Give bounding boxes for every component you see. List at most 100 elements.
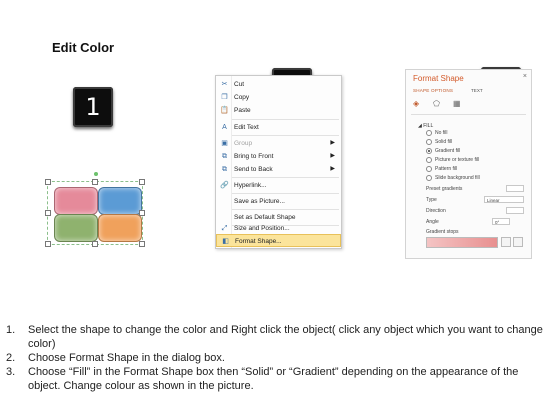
shape-tile-bottom-right[interactable] — [98, 214, 142, 242]
pane-title: Format Shape — [413, 74, 464, 83]
tab-shape-options[interactable]: SHAPE OPTIONS — [413, 88, 453, 93]
shape-group[interactable] — [45, 172, 145, 247]
instruction-item: 1. Select the shape to change the color a… — [6, 323, 551, 351]
submenu-arrow-icon: ▶ — [330, 140, 335, 146]
radio-circle-icon — [426, 129, 432, 136]
shape-tile-bottom-left[interactable] — [54, 214, 98, 242]
resize-handle[interactable] — [139, 210, 145, 216]
menu-item-label: Format Shape... — [235, 238, 282, 245]
menu-item-send-to-back[interactable]: ⧉ Send to Back ▶ — [216, 163, 341, 176]
menu-item-label: Save as Picture... — [234, 198, 285, 205]
radio-picture-fill[interactable]: Picture or texture fill — [426, 156, 479, 164]
instruction-text: Select the shape to change the color and… — [28, 324, 543, 350]
menu-separator — [232, 193, 339, 194]
step-badge-1: 1 — [73, 87, 113, 127]
type-label: Type — [426, 197, 437, 203]
radio-slide-background-fill[interactable]: Slide background fill — [426, 174, 480, 182]
copy-icon: ❐ — [221, 94, 228, 101]
preset-gradients-dropdown[interactable] — [506, 185, 524, 192]
size-properties-icon[interactable]: ▦ — [453, 99, 461, 109]
menu-item-group[interactable]: ▣ Group ▶ — [216, 137, 341, 150]
menu-item-label: Copy — [234, 94, 250, 101]
instruction-text: Choose “Fill” in the Format Shape box th… — [28, 366, 519, 392]
resize-handle[interactable] — [92, 241, 98, 247]
menu-item-label: Edit Text — [234, 124, 259, 131]
instruction-item: 3. Choose “Fill” in the Format Shape box … — [6, 365, 551, 393]
preset-gradients-label: Preset gradients — [426, 186, 463, 192]
pane-divider — [411, 114, 526, 115]
direction-dropdown[interactable] — [506, 207, 524, 214]
submenu-arrow-icon: ▶ — [330, 166, 335, 172]
menu-item-edit-text[interactable]: A Edit Text — [216, 121, 341, 134]
menu-item-cut[interactable]: ✂ Cut — [216, 78, 341, 91]
scissors-icon: ✂ — [221, 81, 228, 88]
instruction-number: 3. — [6, 366, 16, 378]
close-icon[interactable]: × — [523, 73, 527, 80]
context-menu: ✂ Cut ❐ Copy 📋 Paste A Edit Text ▣ Group… — [215, 75, 342, 249]
menu-item-label: Group — [234, 140, 253, 147]
resize-handle[interactable] — [45, 210, 51, 216]
menu-separator — [232, 119, 339, 120]
instructions-list: 1. Select the shape to change the color a… — [6, 323, 551, 393]
remove-stop-button[interactable] — [513, 237, 523, 247]
format-shape-pane: Format Shape × SHAPE OPTIONS TEXT ◈ ⬠ ▦ … — [405, 69, 532, 259]
menu-separator — [232, 209, 339, 210]
edit-text-icon: A — [222, 124, 227, 131]
menu-item-paste[interactable]: 📋 Paste — [216, 104, 341, 117]
send-back-icon: ⧉ — [222, 166, 227, 173]
radio-pattern-fill[interactable]: Pattern fill — [426, 165, 457, 173]
radio-label: Gradient fill — [435, 148, 461, 154]
resize-handle[interactable] — [45, 179, 51, 185]
menu-item-label: Hyperlink... — [234, 182, 267, 189]
menu-item-format-shape[interactable]: ◧ Format Shape... — [216, 234, 341, 247]
menu-separator — [232, 177, 339, 178]
radio-label: Pattern fill — [435, 166, 458, 172]
instruction-text: Choose Format Shape in the dialog box. — [28, 352, 225, 364]
radio-circle-icon — [426, 156, 432, 163]
type-dropdown[interactable]: Linear — [484, 196, 524, 203]
menu-item-label: Send to Back — [234, 166, 273, 173]
resize-handle[interactable] — [45, 241, 51, 247]
resize-handle[interactable] — [92, 179, 98, 185]
menu-item-label: Paste — [234, 107, 251, 114]
instruction-number: 1. — [6, 324, 16, 336]
gradient-stops-bar[interactable] — [426, 237, 498, 248]
submenu-arrow-icon: ▶ — [330, 153, 335, 159]
shape-tile-top-right[interactable] — [98, 187, 142, 215]
add-stop-button[interactable] — [501, 237, 511, 247]
format-shape-icon: ◧ — [222, 238, 229, 245]
radio-circle-icon — [426, 165, 432, 172]
pane-tab-icons: ◈ ⬠ ▦ — [413, 99, 523, 111]
instruction-item: 2. Choose Format Shape in the dialog box. — [6, 351, 551, 365]
menu-item-bring-to-front[interactable]: ⧉ Bring to Front ▶ — [216, 150, 341, 163]
radio-circle-icon — [426, 174, 432, 181]
shape-tile-top-left[interactable] — [54, 187, 98, 215]
direction-label: Direction — [426, 208, 446, 214]
menu-item-copy[interactable]: ❐ Copy — [216, 91, 341, 104]
radio-label: Solid fill — [435, 139, 453, 145]
hyperlink-icon: 🔗 — [220, 182, 229, 189]
radio-gradient-fill[interactable]: Gradient fill — [426, 147, 460, 155]
tab-text[interactable]: TEXT — [471, 88, 483, 93]
paste-icon: 📋 — [220, 107, 229, 114]
radio-circle-icon — [426, 147, 432, 154]
menu-item-label: Bring to Front — [234, 153, 274, 160]
fill-bucket-icon[interactable]: ◈ — [413, 99, 419, 109]
radio-solid-fill[interactable]: Solid fill — [426, 138, 452, 146]
size-position-icon: ⤢ — [221, 225, 228, 232]
menu-item-save-as-picture[interactable]: Save as Picture... — [216, 195, 341, 208]
rotate-handle[interactable] — [94, 172, 98, 176]
resize-handle[interactable] — [139, 179, 145, 185]
menu-item-hyperlink[interactable]: 🔗 Hyperlink... — [216, 179, 341, 192]
menu-separator — [232, 135, 339, 136]
angle-input[interactable]: 0° — [492, 218, 510, 225]
radio-label: No fill — [435, 130, 448, 136]
resize-handle[interactable] — [139, 241, 145, 247]
page-title: Edit Color — [52, 40, 115, 55]
group-icon: ▣ — [221, 140, 228, 147]
radio-no-fill[interactable]: No fill — [426, 129, 448, 137]
instruction-number: 2. — [6, 352, 16, 364]
radio-label: Slide background fill — [435, 175, 480, 181]
bring-front-icon: ⧉ — [222, 153, 227, 160]
pentagon-effects-icon[interactable]: ⬠ — [433, 99, 440, 109]
